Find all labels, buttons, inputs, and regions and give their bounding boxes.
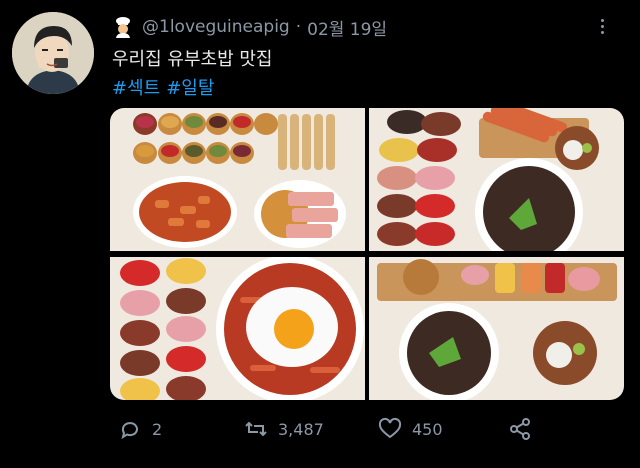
food-photo-inari-tray [110,108,365,251]
hashtag-link[interactable]: #섹트 [112,74,160,100]
food-photo-sushi-soba [369,108,624,251]
more-options-icon[interactable] [592,14,612,38]
photo-3[interactable] [110,257,365,400]
separator-dot: · [295,17,302,37]
retweet-button[interactable]: 3,487 [244,414,324,444]
avatar[interactable] [12,12,94,94]
like-button[interactable]: 450 [378,414,443,444]
share-icon [510,418,530,440]
chef-emoji-icon [116,17,130,38]
retweet-icon [245,421,267,437]
reply-icon [121,422,138,440]
photo-2[interactable] [369,108,624,251]
media-grid [110,108,624,400]
reply-count: 2 [152,419,163,439]
hashtag-link[interactable]: #일탈 [166,74,214,100]
tweet-header: @1loveguineapig · 02월 19일 [112,14,622,40]
tweet-date[interactable]: 02월 19일 [307,15,387,40]
tweet-actions: 2 3,487 450 [110,414,540,444]
food-photo-sushi-egg-bowl [110,257,365,400]
photo-1[interactable] [110,108,365,251]
user-handle[interactable]: @1loveguineapig [142,17,290,37]
tweet-text: 우리집 유부초밥 맛집 [112,49,273,70]
reply-button[interactable]: 2 [118,414,162,444]
photo-4[interactable] [369,257,624,400]
retweet-count: 3,487 [278,419,324,439]
heart-icon [378,417,402,439]
food-photo-sushi-board-soba [369,257,624,400]
like-count: 450 [412,419,443,439]
share-button[interactable] [508,414,532,444]
hashtag-list: #섹트 #일탈 [112,74,214,100]
avatar-illustration [12,12,94,94]
